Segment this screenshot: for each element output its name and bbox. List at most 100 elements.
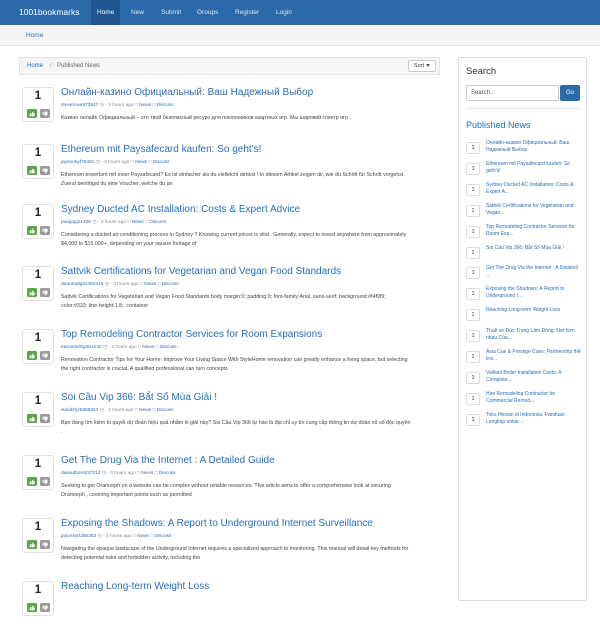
published-news-link[interactable]: Sattvik Certifications for Vegetarian an… bbox=[486, 203, 582, 217]
news-title[interactable]: Exposing the Shadows: A Report to Underg… bbox=[61, 518, 373, 529]
vote-box: 1 bbox=[22, 518, 54, 553]
author-link[interactable]: jaysonkyf78481 bbox=[61, 160, 94, 165]
published-news-link[interactable]: Hire Remodeling Contractor for Commercia… bbox=[486, 391, 582, 405]
published-news-item: 1 Toko Hewan di Indonesia: Panduan Lengka… bbox=[466, 412, 582, 432]
news-title[interactable]: Sattvik Certifications for Vegetarian an… bbox=[61, 266, 341, 277]
published-news-link[interactable]: Asia Cue & Prestige Cues: Partnership th… bbox=[486, 349, 582, 363]
thumbs-down-icon[interactable] bbox=[40, 166, 50, 175]
published-news-link[interactable]: Reaching Long-term Weight Loss bbox=[486, 307, 582, 314]
news-meta: dawudbnrs537012 ◷ - 3 hours ago □ News □… bbox=[61, 471, 176, 476]
clock-icon: ◷ bbox=[97, 534, 102, 539]
vote-box: 1 bbox=[22, 581, 54, 616]
category-link[interactable]: News bbox=[139, 103, 151, 108]
author-link[interactable]: deannadgbs492316 bbox=[61, 282, 103, 287]
discuss-link[interactable]: Discuss bbox=[162, 282, 179, 287]
discuss-link[interactable]: Discuss bbox=[155, 534, 172, 539]
published-news-link[interactable]: Vaillant Boiler Installation Costs: A Co… bbox=[486, 370, 582, 384]
category-link[interactable]: News bbox=[141, 471, 153, 476]
sort-dropdown[interactable]: Sort bbox=[407, 60, 436, 72]
breadcrumb-home[interactable]: Home bbox=[27, 63, 43, 69]
news-title[interactable]: Get The Drug Via the Internet : A Detail… bbox=[61, 455, 275, 466]
thumbs-up-icon[interactable] bbox=[27, 477, 37, 486]
author-link[interactable]: stevetcwe973547 bbox=[61, 103, 98, 108]
thumbs-down-icon[interactable] bbox=[40, 414, 50, 423]
news-description: Renovation Contractor Tips for Your Home… bbox=[61, 357, 408, 372]
home-link[interactable]: Home bbox=[26, 32, 43, 39]
published-news-link[interactable]: Thuê xe Đức Trọng Lâm Đồng: Nơi hơn nhau… bbox=[486, 328, 582, 342]
discuss-link[interactable]: Discuss bbox=[153, 160, 170, 165]
vote-count: 1 bbox=[34, 207, 42, 219]
news-title[interactable]: Soi Cầu Vip 366: Bắt Số Mùa Giải ! bbox=[61, 392, 217, 403]
thumbs-down-icon[interactable] bbox=[40, 226, 50, 235]
thumbs-up-icon[interactable] bbox=[27, 288, 37, 297]
discuss-link[interactable]: Discuss bbox=[160, 345, 177, 350]
thumbs-up-icon[interactable] bbox=[27, 414, 37, 423]
published-news-link[interactable]: Sydney Ducted AC Installation: Costs & E… bbox=[486, 182, 582, 196]
comment-icon: □ bbox=[152, 408, 156, 413]
nav-login[interactable]: Login bbox=[276, 9, 292, 16]
thumbs-up-icon[interactable] bbox=[27, 351, 37, 360]
discuss-link[interactable]: Discuss bbox=[159, 471, 176, 476]
nav-groups[interactable]: Groups bbox=[197, 9, 218, 16]
published-news-item: 1 Get The Drug Via the Internet : A Detai… bbox=[466, 265, 582, 285]
thumbs-down-icon[interactable] bbox=[40, 288, 50, 297]
thumbs-up-icon[interactable] bbox=[27, 540, 37, 549]
nav-new[interactable]: New bbox=[131, 9, 144, 16]
thumbs-down-icon[interactable] bbox=[40, 603, 50, 612]
news-description: Seeking to get Oramorph on a website can… bbox=[61, 483, 391, 498]
news-item: 1 Sattvik Certifications for Vegetarian a… bbox=[22, 266, 417, 328]
thumbs-down-icon[interactable] bbox=[40, 109, 50, 118]
published-news-link[interactable]: Ethereum mit Paysafecard kaufen: So geht… bbox=[486, 161, 582, 175]
category-link[interactable]: News bbox=[144, 282, 156, 287]
author-link[interactable]: isaiahhjzb885843 bbox=[61, 408, 98, 413]
thumbs-up-icon[interactable] bbox=[27, 109, 37, 118]
author-link[interactable]: dawudbnrs537012 bbox=[61, 471, 100, 476]
published-news-link[interactable]: Soi Cầu Vip 366: Bắt Số Mùa Giải ! bbox=[486, 245, 582, 252]
post-time: 3 hours ago bbox=[104, 160, 130, 165]
thumbs-down-icon[interactable] bbox=[40, 477, 50, 486]
sidebar: Search Search.. Go Published News 1 Онлай… bbox=[458, 57, 587, 601]
thumbs-up-icon[interactable] bbox=[27, 603, 37, 612]
published-news-link[interactable]: Exposing the Shadows: A Report to Underg… bbox=[486, 286, 582, 300]
news-item: 1 Top Remodeling Contractor Services for … bbox=[22, 329, 417, 391]
vote-count-badge: 1 bbox=[466, 351, 480, 363]
vote-count-badge: 1 bbox=[466, 184, 480, 196]
thumbs-down-icon[interactable] bbox=[40, 351, 50, 360]
nav-submit[interactable]: Submit bbox=[161, 9, 181, 16]
category-link[interactable]: News bbox=[137, 534, 149, 539]
published-news-link[interactable]: Get The Drug Via the Internet : A Detail… bbox=[486, 265, 582, 279]
site-brand[interactable]: 1001bookmarks bbox=[19, 7, 79, 17]
published-news-link[interactable]: Онлайн-казино Официальный: Ваш Надежный … bbox=[486, 140, 582, 154]
news-title[interactable]: Sydney Ducted AC Installation: Costs & E… bbox=[61, 204, 300, 215]
search-go-button[interactable]: Go bbox=[560, 85, 580, 101]
thumbs-up-icon[interactable] bbox=[27, 166, 37, 175]
news-title[interactable]: Reaching Long-term Weight Loss bbox=[61, 581, 209, 592]
published-news-link[interactable]: Toko Hewan di Indonesia: Panduan Lengkap… bbox=[486, 412, 582, 426]
news-title[interactable]: Top Remodeling Contractor Services for R… bbox=[61, 329, 322, 340]
category-link[interactable]: News bbox=[142, 345, 154, 350]
category-link[interactable]: News bbox=[135, 160, 147, 165]
post-time: 3 hours ago bbox=[111, 345, 137, 350]
sort-label: Sort bbox=[413, 63, 424, 69]
discuss-link[interactable]: Discuss bbox=[157, 408, 174, 413]
author-link[interactable]: jasonsvrt285353 bbox=[61, 534, 96, 539]
vote-box: 1 bbox=[22, 392, 54, 427]
nav-register[interactable]: Register bbox=[235, 9, 259, 16]
news-meta: jaysonkyf78481 ◷ - 3 hours ago □ News □ … bbox=[61, 160, 170, 165]
news-title[interactable]: Онлайн-казино Официальный: Ваш Надежный … bbox=[61, 87, 313, 98]
thumbs-up-icon[interactable] bbox=[27, 226, 37, 235]
category-link[interactable]: News bbox=[139, 408, 151, 413]
discuss-link[interactable]: Discuss bbox=[157, 103, 174, 108]
nav-home[interactable]: Home bbox=[91, 0, 121, 25]
thumbs-down-icon[interactable] bbox=[40, 540, 50, 549]
vote-count-badge: 1 bbox=[466, 330, 480, 342]
news-meta: isaiahhjzb885843 ◷ - 3 hours ago □ News … bbox=[61, 408, 174, 413]
author-link[interactable]: janajapj21335 bbox=[61, 220, 91, 225]
search-input[interactable]: Search.. bbox=[466, 85, 559, 101]
author-link[interactable]: earnestclkg381440 bbox=[61, 345, 102, 350]
discuss-link[interactable]: Discuss bbox=[149, 220, 166, 225]
news-title[interactable]: Ethereum mit Paysafecard kaufen: So geht… bbox=[61, 144, 261, 155]
published-news-link[interactable]: Top Remodeling Contractor Services for R… bbox=[486, 224, 582, 238]
category-link[interactable]: News bbox=[132, 220, 144, 225]
vote-count-badge: 1 bbox=[466, 309, 480, 321]
